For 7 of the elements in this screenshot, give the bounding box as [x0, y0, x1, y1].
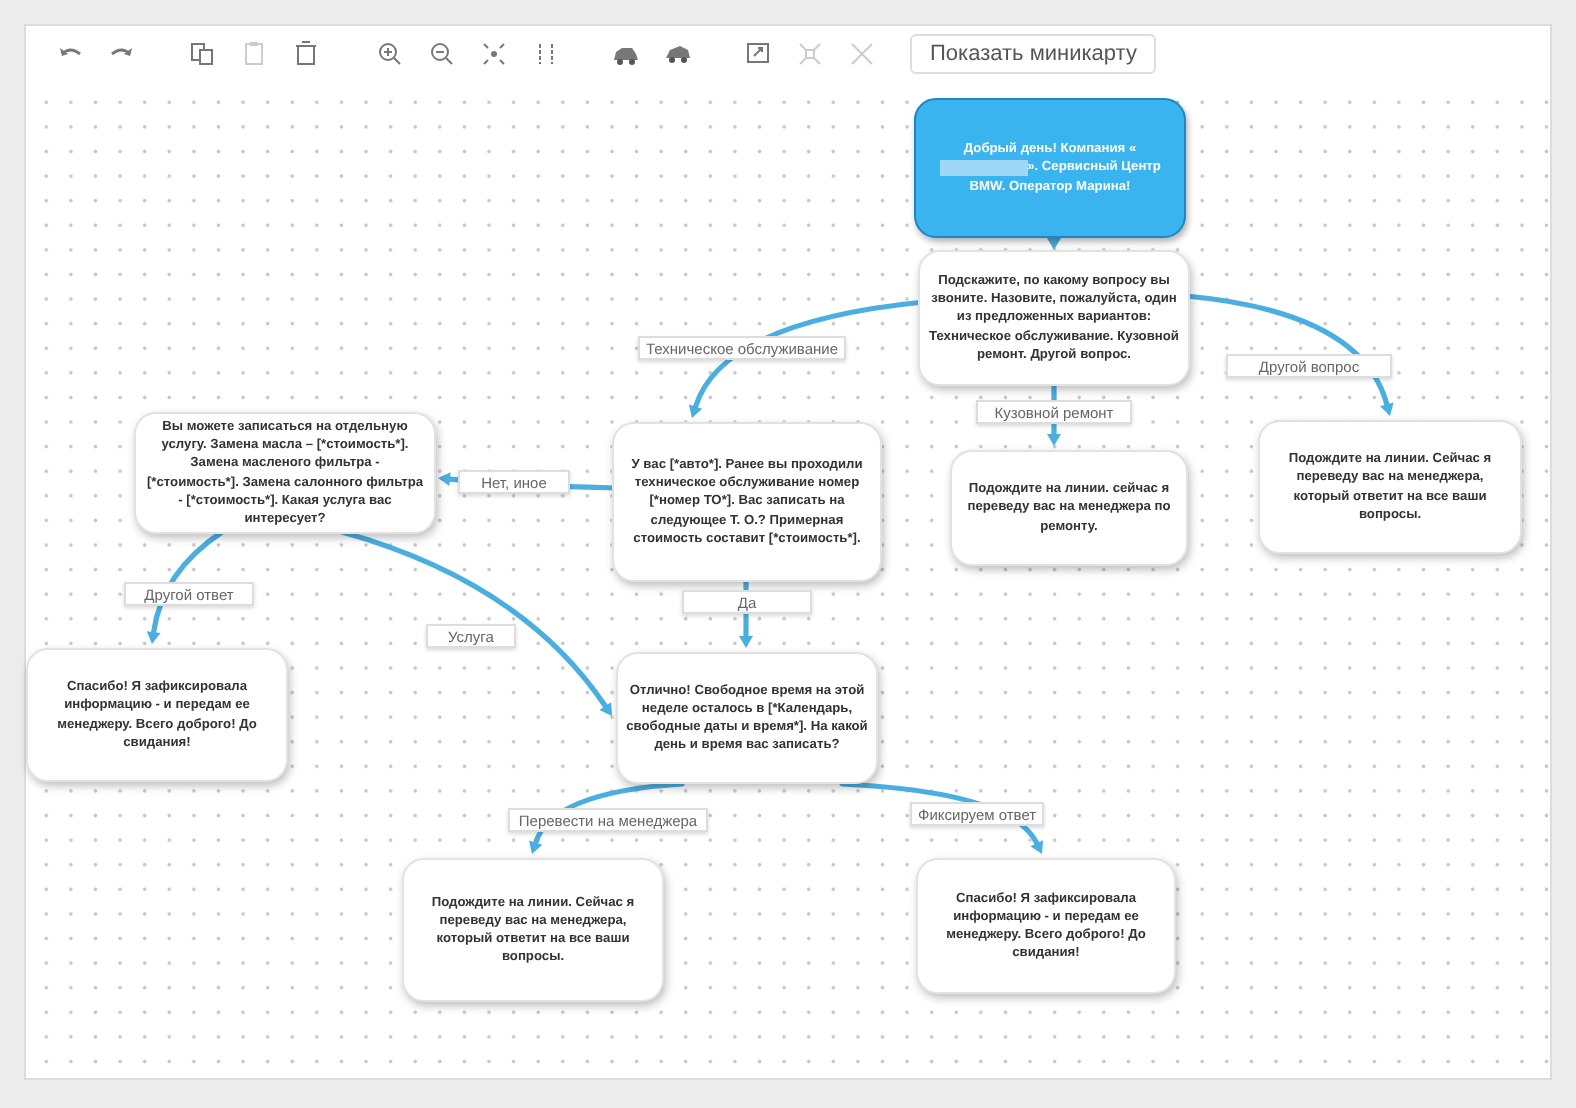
redacted-block [939, 159, 1028, 176]
zoom-in-icon[interactable] [374, 38, 406, 70]
copy-icon[interactable] [186, 38, 218, 70]
delete-icon[interactable] [290, 38, 322, 70]
fit-icon[interactable] [478, 38, 510, 70]
minimap-button[interactable]: Показать миникарту [910, 34, 1157, 74]
zoom-out-icon[interactable] [426, 38, 458, 70]
